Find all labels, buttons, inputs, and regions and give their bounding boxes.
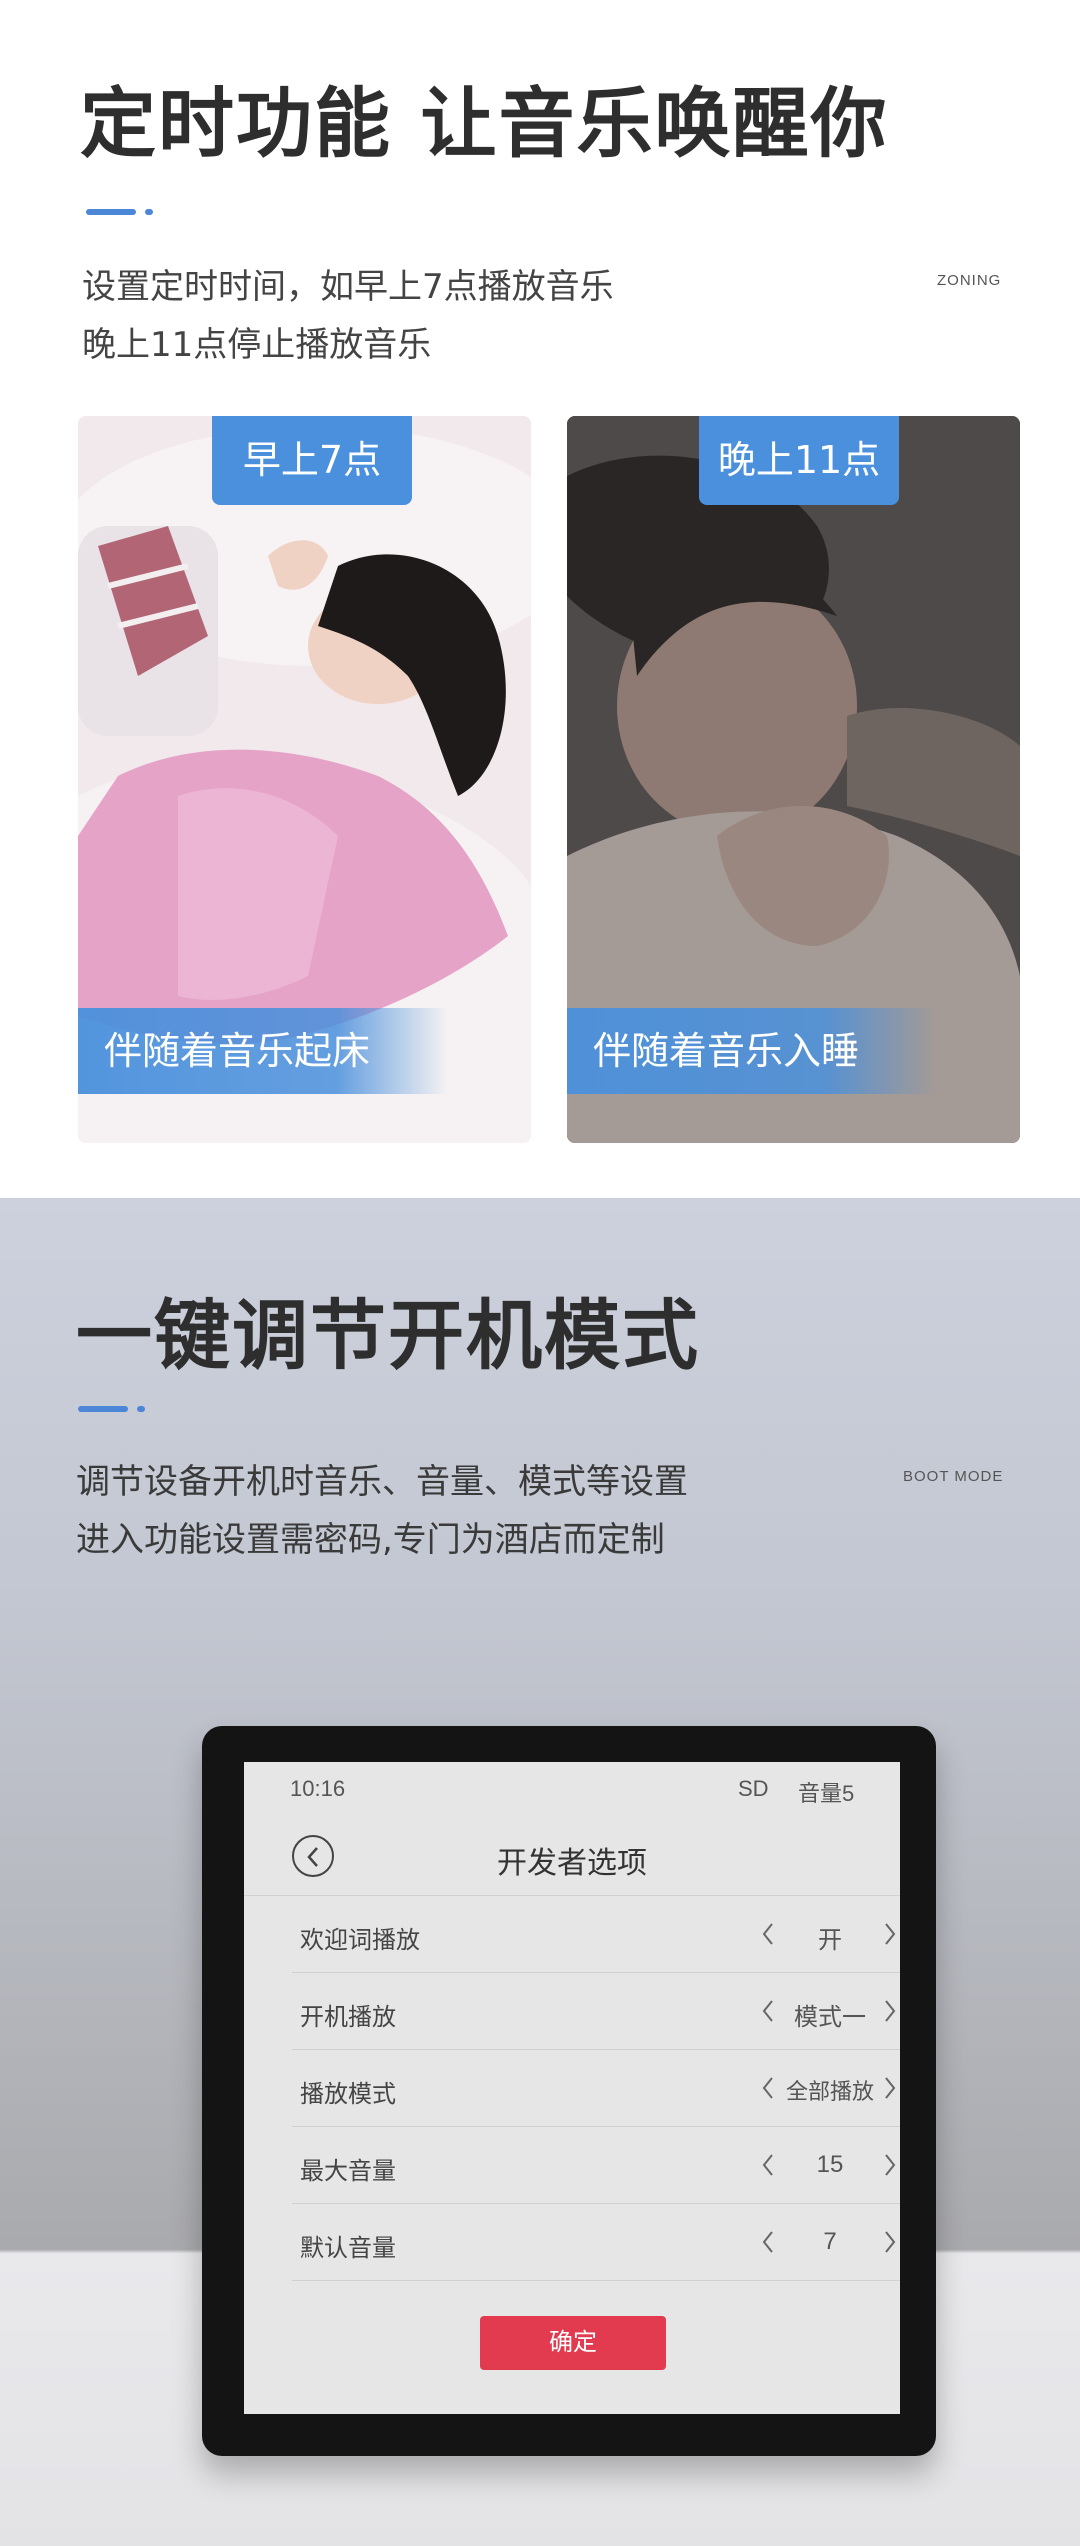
chevron-right-icon[interactable] xyxy=(880,2151,900,2179)
boot-tagline: BOOT MODE xyxy=(903,1468,1004,1485)
setting-row-default-volume: 默认音量 7 xyxy=(292,2204,900,2281)
morning-card: 早上7点 伴随着音乐起床 xyxy=(78,416,531,1143)
timer-tagline: ZONING xyxy=(937,272,1002,289)
status-time: 10:16 xyxy=(290,1776,346,1801)
timer-description-line2: 晚上11点停止播放音乐 xyxy=(82,325,432,365)
timer-description: 设置定时时间，如早上7点播放音乐 晚上11点停止播放音乐 xyxy=(82,258,614,374)
boot-description-line2: 进入功能设置需密码,专门为酒店而定制 xyxy=(76,1520,665,1560)
setting-row-welcome: 欢迎词播放 开 xyxy=(292,1896,900,1973)
chevron-right-icon[interactable] xyxy=(880,2074,900,2102)
device-frame: 10:16 SD 音量5 开发者选项 欢迎词播放 开 开机播放 模式一 播放模式… xyxy=(202,1726,936,2456)
title-accent-bar xyxy=(86,209,136,215)
setting-label: 开机播放 xyxy=(300,2004,396,2031)
setting-value: 开 xyxy=(818,1927,842,1954)
setting-value: 15 xyxy=(816,2151,844,2178)
setting-label: 欢迎词播放 xyxy=(300,1927,420,1954)
morning-caption: 伴随着音乐起床 xyxy=(78,1008,448,1094)
night-caption: 伴随着音乐入睡 xyxy=(567,1008,937,1094)
setting-label: 默认音量 xyxy=(300,2235,396,2262)
timer-description-line1: 设置定时时间，如早上7点播放音乐 xyxy=(82,267,614,307)
boot-accent-bar xyxy=(78,1406,128,1412)
setting-label: 最大音量 xyxy=(300,2158,396,2185)
timer-section-title: 定时功能 让音乐唤醒你 xyxy=(80,79,889,168)
chevron-right-icon[interactable] xyxy=(880,1997,900,2025)
boot-mode-title: 一键调节开机模式 xyxy=(76,1291,700,1380)
setting-row-boot-play: 开机播放 模式一 xyxy=(292,1973,900,2050)
title-accent-dot xyxy=(145,209,153,215)
status-sd: SD xyxy=(738,1776,769,1801)
chevron-right-icon[interactable] xyxy=(880,1920,900,1948)
boot-accent-dot xyxy=(137,1406,145,1412)
screen-title: 开发者选项 xyxy=(497,1847,647,1880)
setting-label: 播放模式 xyxy=(300,2081,396,2108)
timer-section: 定时功能 让音乐唤醒你 设置定时时间，如早上7点播放音乐 晚上11点停止播放音乐… xyxy=(0,0,1080,1198)
status-bar: 10:16 SD 音量5 xyxy=(244,1762,900,1818)
boot-mode-description: 调节设备开机时音乐、音量、模式等设置 进入功能设置需密码,专门为酒店而定制 xyxy=(76,1453,688,1569)
night-card: 晚上11点 伴随着音乐入睡 xyxy=(567,416,1020,1143)
morning-time-tag: 早上7点 xyxy=(212,416,412,505)
boot-mode-section: 一键调节开机模式 调节设备开机时音乐、音量、模式等设置 进入功能设置需密码,专门… xyxy=(0,1198,1080,2546)
confirm-button[interactable]: 确定 xyxy=(480,2316,666,2370)
setting-row-max-volume: 最大音量 15 xyxy=(292,2127,900,2204)
boot-description-line1: 调节设备开机时音乐、音量、模式等设置 xyxy=(76,1462,688,1502)
status-volume: 音量5 xyxy=(798,1781,855,1806)
setting-row-play-mode: 播放模式 全部播放 xyxy=(292,2050,900,2127)
night-time-tag: 晚上11点 xyxy=(699,416,899,505)
screen-header: 开发者选项 xyxy=(244,1818,900,1896)
device-screen: 10:16 SD 音量5 开发者选项 欢迎词播放 开 开机播放 模式一 播放模式… xyxy=(244,1762,900,2414)
setting-value: 全部播放 xyxy=(785,2079,874,2104)
chevron-right-icon[interactable] xyxy=(880,2228,900,2256)
setting-value: 模式一 xyxy=(794,2004,866,2031)
setting-value: 7 xyxy=(823,2228,837,2255)
